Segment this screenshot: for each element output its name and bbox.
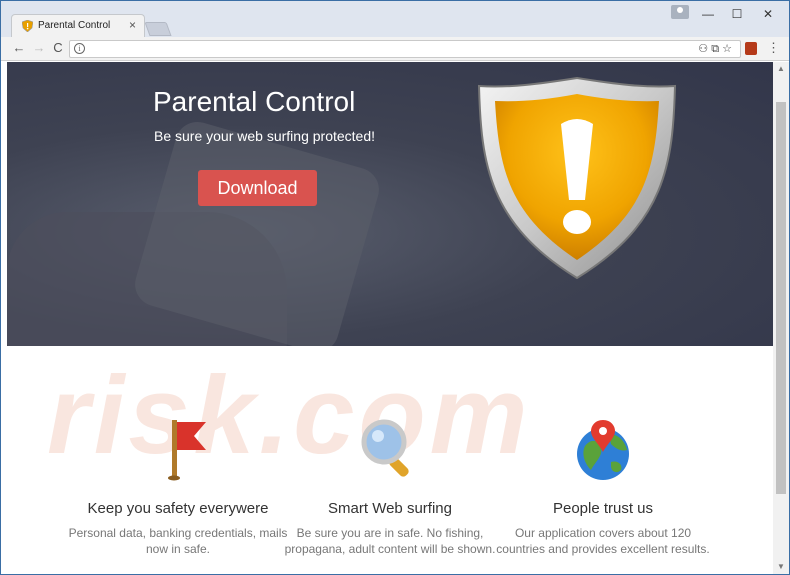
address-bar[interactable]: i ⚇ ⧉ ☆ <box>69 40 741 58</box>
warning-shield-icon <box>477 76 677 280</box>
feature-title: Smart Web surfing <box>328 500 452 517</box>
tab-title: Parental Control <box>38 20 111 31</box>
browser-menu-icon[interactable]: ⋮ <box>767 40 780 56</box>
shield-favicon-icon <box>22 20 33 32</box>
scrollbar-thumb[interactable] <box>776 102 786 494</box>
browser-window: Parental Control × — ☐ ✕ ← → C i ⚇ ⧉ ☆ ⋮… <box>0 0 790 575</box>
scroll-down-icon[interactable]: ▼ <box>777 562 785 571</box>
maximize-button[interactable]: ☐ <box>727 7 747 21</box>
feature-trust: People trust us Our application covers a… <box>493 418 713 557</box>
minimize-button[interactable]: — <box>698 7 718 21</box>
forward-button[interactable]: → <box>31 40 47 55</box>
download-button[interactable]: Download <box>198 170 317 206</box>
reload-button[interactable]: C <box>50 40 66 55</box>
feature-desc: Personal data, banking credentials, mail… <box>68 526 288 556</box>
hero-banner: Parental Control Be sure your web surfin… <box>7 62 773 346</box>
vertical-scrollbar[interactable]: ▲ ▼ <box>773 62 789 574</box>
feature-title: Keep you safety everywere <box>87 500 269 517</box>
profile-icon[interactable] <box>671 5 689 19</box>
site-info-icon[interactable]: i <box>74 43 85 54</box>
hero-title: Parental Control <box>153 86 356 117</box>
feature-safety: Keep you safety everywere Personal data,… <box>68 418 288 557</box>
extension-icon[interactable] <box>745 42 757 55</box>
new-tab-button[interactable] <box>144 22 172 36</box>
scroll-up-icon[interactable]: ▲ <box>777 64 785 73</box>
feature-desc: Our application covers about 120 countri… <box>496 526 710 556</box>
back-button[interactable]: ← <box>11 40 27 55</box>
page-content: Parental Control Be sure your web surfin… <box>7 62 773 574</box>
feature-title: People trust us <box>552 500 654 517</box>
feature-desc: Be sure you are in safe. No fishing, pro… <box>284 526 496 556</box>
feature-surfing: Smart Web surfing Be sure you are in saf… <box>280 418 500 557</box>
close-window-button[interactable]: ✕ <box>758 7 778 21</box>
tab-close-icon[interactable]: × <box>129 18 136 32</box>
globe-pin-icon <box>577 420 629 480</box>
tab-strip: Parental Control × — ☐ ✕ <box>1 1 789 37</box>
hero-subtitle: Be sure your web surfing protected! <box>154 128 376 144</box>
omnibox-action-icons[interactable]: ⚇ ⧉ ☆ <box>698 42 732 56</box>
browser-toolbar: ← → C i ⚇ ⧉ ☆ ⋮ <box>1 37 789 61</box>
magnifier-icon <box>361 419 409 477</box>
tab-parental-control[interactable]: Parental Control × <box>11 14 145 37</box>
flag-icon <box>168 420 206 481</box>
